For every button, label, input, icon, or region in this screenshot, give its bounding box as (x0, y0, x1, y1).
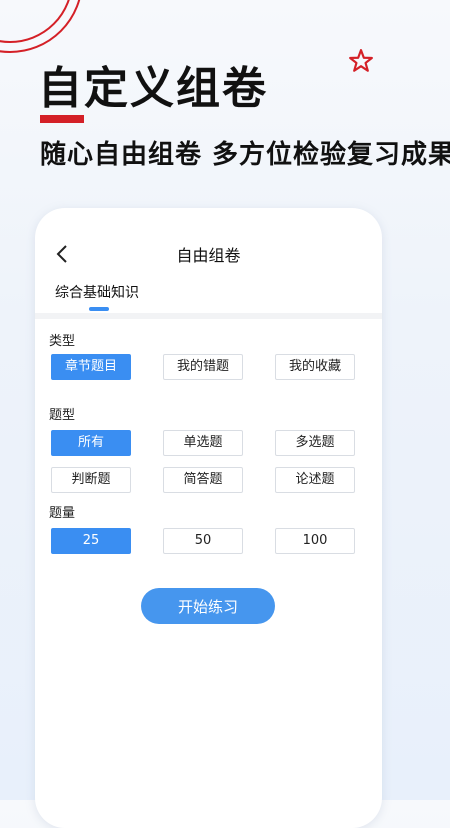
type-option-favorites[interactable]: 我的收藏 (275, 354, 355, 380)
promo-subline: 随心自由组卷 多方位检验复习成果 (40, 140, 450, 170)
quantity-option-25[interactable]: 25 (51, 528, 131, 554)
type-option-wrong[interactable]: 我的错题 (163, 354, 243, 380)
type-option-chapter[interactable]: 章节题目 (51, 354, 131, 380)
start-practice-button[interactable]: 开始练习 (141, 588, 275, 624)
qtype-option-all[interactable]: 所有 (51, 430, 131, 456)
question-type-section-label: 题型 (49, 408, 76, 423)
tab-general-knowledge[interactable]: 综合基础知识 (55, 282, 139, 302)
tab-indicator (89, 307, 109, 311)
qtype-option-short-answer[interactable]: 简答题 (163, 467, 243, 493)
type-section-label: 类型 (49, 334, 76, 349)
qtype-option-essay[interactable]: 论述题 (275, 467, 355, 493)
section-divider (35, 313, 382, 319)
screen-title: 自由组卷 (176, 246, 241, 265)
star-icon (349, 49, 373, 72)
qtype-option-multiple[interactable]: 多选题 (275, 430, 355, 456)
phone-screen: 自由组卷 综合基础知识 类型 章节题目 我的错题 我的收藏 题型 所有 单选题 … (35, 208, 382, 828)
promo-headline: 自定义组卷 (38, 63, 268, 114)
quantity-option-50[interactable]: 50 (163, 528, 243, 554)
accent-bar (40, 115, 84, 123)
nav-bar: 自由组卷 综合基础知识 (35, 208, 382, 311)
quantity-section-label: 题量 (49, 506, 76, 521)
qtype-option-judge[interactable]: 判断题 (51, 467, 131, 493)
quantity-option-100[interactable]: 100 (275, 528, 355, 554)
qtype-option-single[interactable]: 单选题 (163, 430, 243, 456)
